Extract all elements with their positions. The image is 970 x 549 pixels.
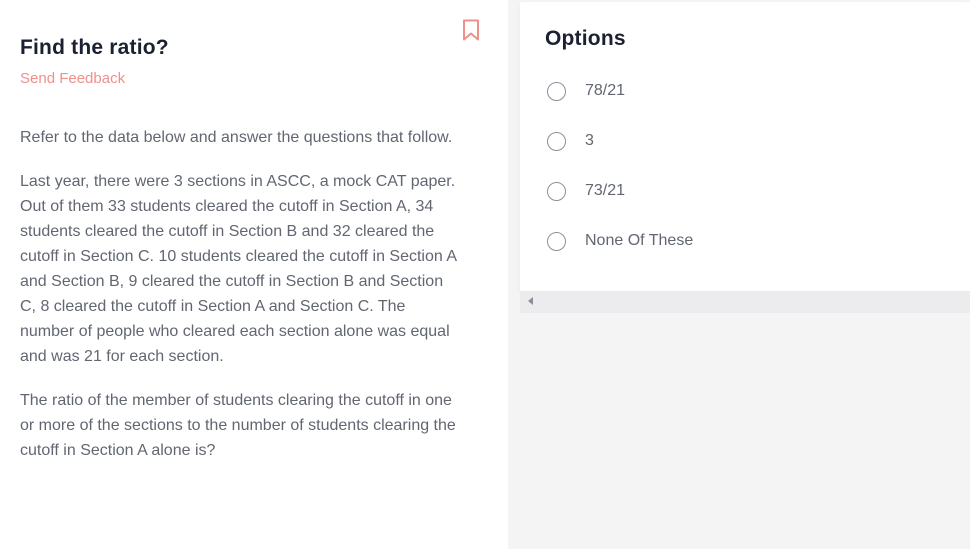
- question-paragraph: Refer to the data below and answer the q…: [20, 129, 453, 146]
- question-paragraph: Last year, there were 3 sections in ASCC…: [20, 173, 457, 365]
- option-label: 3: [585, 132, 594, 149]
- option-label: None Of These: [585, 232, 694, 249]
- radio-button[interactable]: [547, 231, 566, 251]
- horizontal-scrollbar[interactable]: [520, 291, 970, 313]
- options-heading: Options: [545, 27, 626, 50]
- bookmark-icon[interactable]: [462, 19, 480, 41]
- option-3[interactable]: 73/21: [547, 179, 625, 203]
- question-paragraph: The ratio of the member of students clea…: [20, 392, 456, 459]
- radio-button[interactable]: [547, 131, 566, 151]
- send-feedback-link[interactable]: Send Feedback: [20, 70, 125, 87]
- option-1[interactable]: 78/21: [547, 79, 625, 103]
- option-2[interactable]: 3: [547, 129, 594, 153]
- question-body: Refer to the data below and answer the q…: [20, 125, 460, 482]
- radio-button[interactable]: [547, 81, 566, 101]
- option-4[interactable]: None Of These: [547, 229, 693, 253]
- question-panel: Find the ratio? Send Feedback Refer to t…: [0, 0, 508, 549]
- question-title: Find the ratio?: [20, 36, 169, 59]
- scroll-left-arrow-icon[interactable]: [528, 297, 533, 305]
- option-label: 73/21: [585, 182, 626, 199]
- option-label: 78/21: [585, 82, 626, 99]
- options-panel: Options 78/21 3 73/21 None Of These: [520, 2, 970, 291]
- radio-button[interactable]: [547, 181, 566, 201]
